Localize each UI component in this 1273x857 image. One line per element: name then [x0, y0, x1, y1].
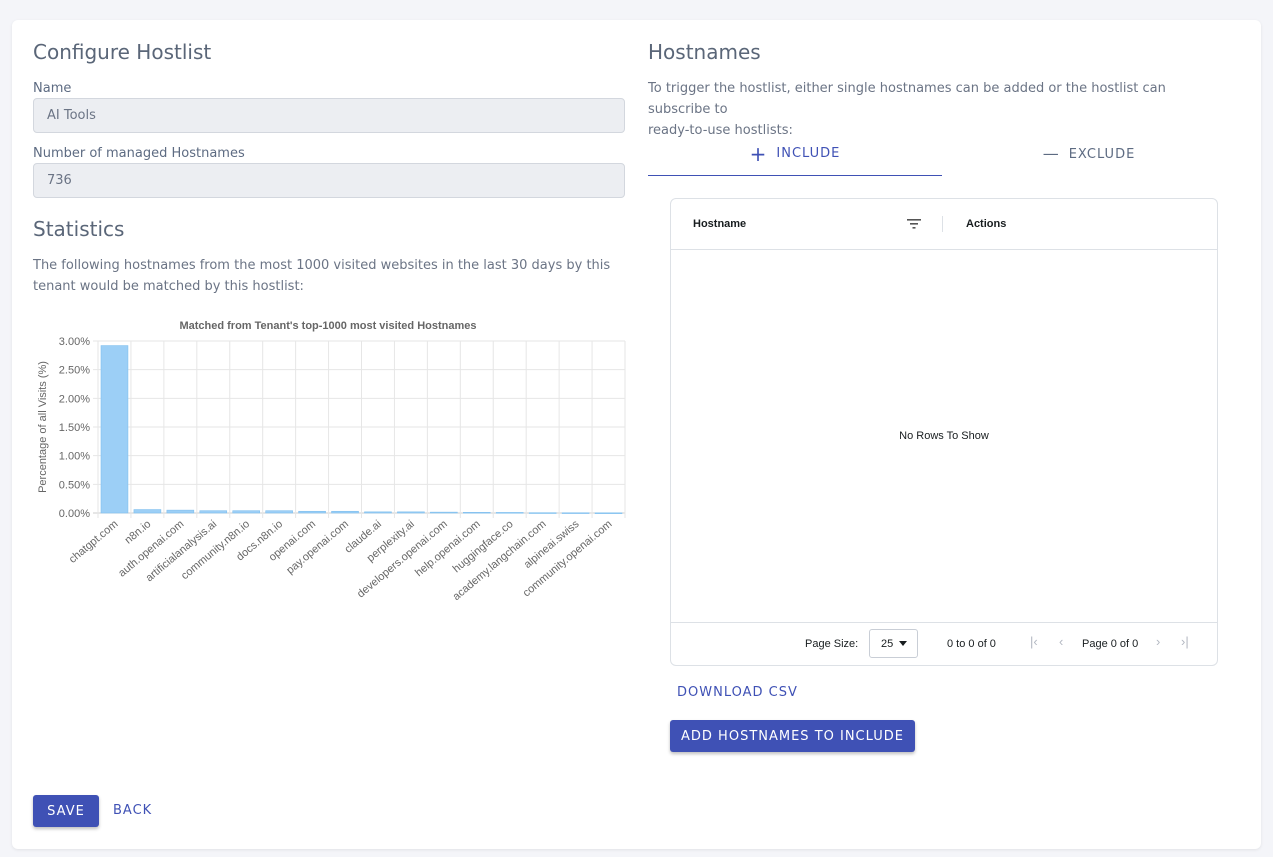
filter-icon[interactable] [907, 218, 921, 230]
statistics-chart: Matched from Tenant's top-1000 most visi… [37, 320, 626, 603]
chart-bar [430, 511, 458, 514]
statistics-description: The following hostnames from the most 10… [33, 258, 611, 294]
chart-ytick-label: 0.50% [59, 479, 90, 491]
column-header-actions[interactable]: Actions [966, 218, 1006, 230]
managed-hostnames-label: Number of managed Hostnames [33, 146, 245, 161]
page-size-label: Page Size: [805, 638, 859, 650]
chart-bar [265, 510, 293, 514]
column-separator[interactable] [942, 216, 943, 232]
first-page-icon[interactable]: |‹ [1030, 634, 1038, 649]
chart-xtick-label: chatgpt.com [67, 518, 121, 566]
previous-page-icon[interactable]: ‹ [1059, 634, 1063, 649]
caret-down-icon [899, 641, 907, 646]
tab-exclude[interactable]: — EXCLUDE [942, 132, 1236, 176]
plus-icon: + [749, 141, 768, 166]
chart-ylabel: Percentage of all Visits (%) [37, 361, 49, 493]
tab-include[interactable]: + INCLUDE [648, 132, 942, 176]
configure-title: Configure Hostlist [33, 40, 212, 64]
chart-ytick-label: 3.00% [59, 336, 90, 348]
back-button[interactable]: BACK [113, 803, 152, 818]
grid-header: Hostname Actions [671, 199, 1217, 250]
row-range: 0 to 0 of 0 [947, 638, 996, 650]
hostnames-grid: Hostname Actions No Rows To Show Page Si… [670, 198, 1218, 666]
chart-ytick-label: 1.00% [59, 451, 90, 463]
last-page-icon[interactable]: ›| [1181, 634, 1189, 649]
page-indicator: Page 0 of 0 [1082, 638, 1139, 650]
statistics-title: Statistics [33, 217, 125, 241]
name-field[interactable]: AI Tools [33, 98, 625, 133]
chart-bar [594, 512, 623, 514]
page-size-value: 25 [881, 637, 894, 650]
chart-bar [495, 512, 524, 514]
minus-icon: — [1042, 144, 1060, 163]
chart-bar [364, 511, 392, 514]
tab-exclude-label: EXCLUDE [1068, 146, 1136, 162]
chart-title: Matched from Tenant's top-1000 most visi… [179, 320, 476, 332]
chart-bar [463, 512, 491, 514]
name-value: AI Tools [47, 108, 96, 123]
chart-ytick-label: 0.00% [59, 508, 90, 520]
chart-bar [561, 512, 590, 514]
hostnames-description-line1: To trigger the hostlist, either single h… [648, 81, 1166, 117]
chart-ytick-label: 2.50% [59, 365, 90, 377]
download-csv-button[interactable]: DOWNLOAD CSV [677, 685, 798, 700]
name-label: Name [33, 81, 72, 96]
managed-hostnames-field[interactable]: 736 [33, 163, 625, 198]
chart-bar [100, 345, 129, 514]
save-button[interactable]: SAVE [33, 795, 99, 827]
page-size-select[interactable]: 25 [869, 629, 918, 658]
chart-bar [528, 512, 557, 514]
chart-bar [397, 511, 425, 514]
chart-bar [331, 510, 359, 514]
chart-ytick-label: 2.00% [59, 393, 90, 405]
add-hostnames-button[interactable]: ADD HOSTNAMES TO INCLUDE [670, 720, 915, 752]
column-header-hostname[interactable]: Hostname [693, 218, 746, 230]
next-page-icon[interactable]: › [1156, 634, 1160, 649]
chart-bar [133, 509, 162, 514]
tab-include-label: INCLUDE [776, 146, 841, 161]
no-rows-message: No Rows To Show [899, 430, 989, 442]
managed-hostnames-value: 736 [47, 173, 72, 188]
chart-ytick-label: 1.50% [59, 422, 90, 434]
hostnames-title: Hostnames [648, 40, 761, 64]
chart-bar [166, 509, 195, 514]
chart-bar [232, 510, 260, 514]
grid-pagination: Page Size: 25 0 to 0 of 0 |‹ ‹ Page 0 of… [671, 622, 1217, 665]
chart-bar [298, 510, 326, 514]
chart-bar [199, 510, 228, 514]
